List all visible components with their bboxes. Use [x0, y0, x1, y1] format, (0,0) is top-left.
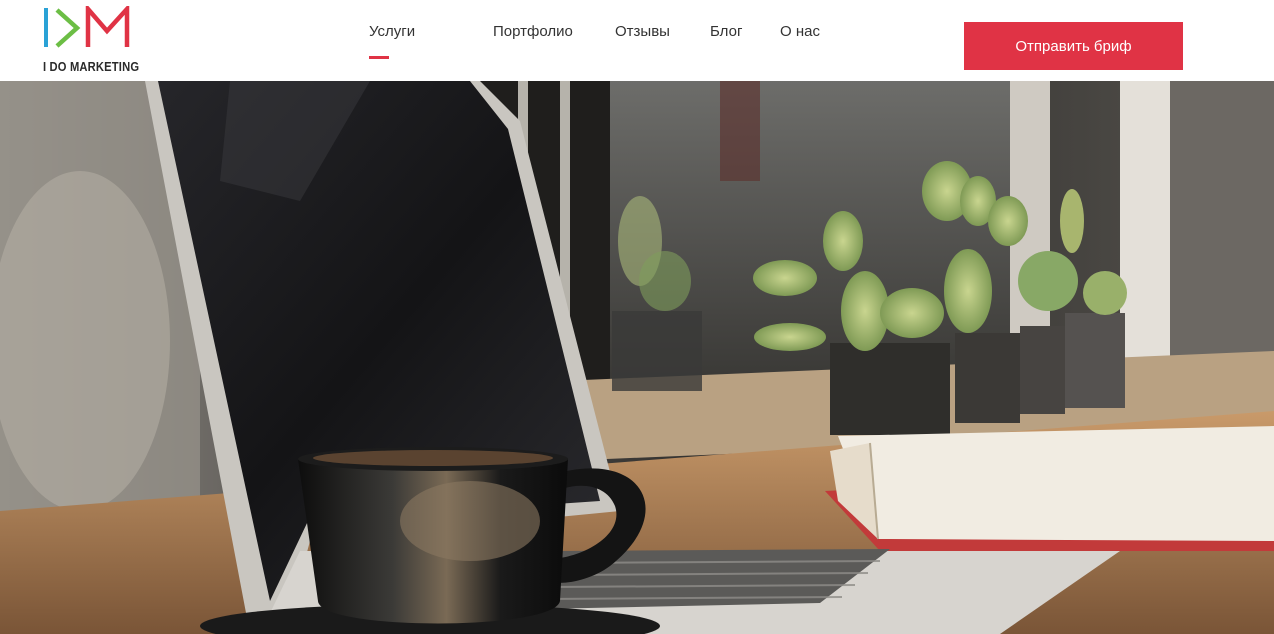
logo-text: I DO MARKETING — [43, 59, 140, 74]
nav-item-portfolio[interactable]: Портфолио — [493, 23, 573, 40]
site-header: I DO MARKETING Услуги Портфолио Отзывы Б… — [0, 0, 1274, 81]
nav-item-reviews[interactable]: Отзывы — [615, 23, 670, 40]
nav-item-blog[interactable]: Блог — [710, 23, 742, 40]
hero-photo — [0, 81, 1274, 634]
hero-banner — [0, 81, 1274, 634]
nav-item-about[interactable]: О нас — [780, 23, 820, 40]
idm-logo-icon — [44, 6, 130, 48]
logo-link[interactable]: I DO MARKETING — [40, 6, 140, 76]
nav-item-services[interactable]: Услуги — [369, 23, 415, 59]
send-brief-button[interactable]: Отправить бриф — [964, 22, 1183, 70]
